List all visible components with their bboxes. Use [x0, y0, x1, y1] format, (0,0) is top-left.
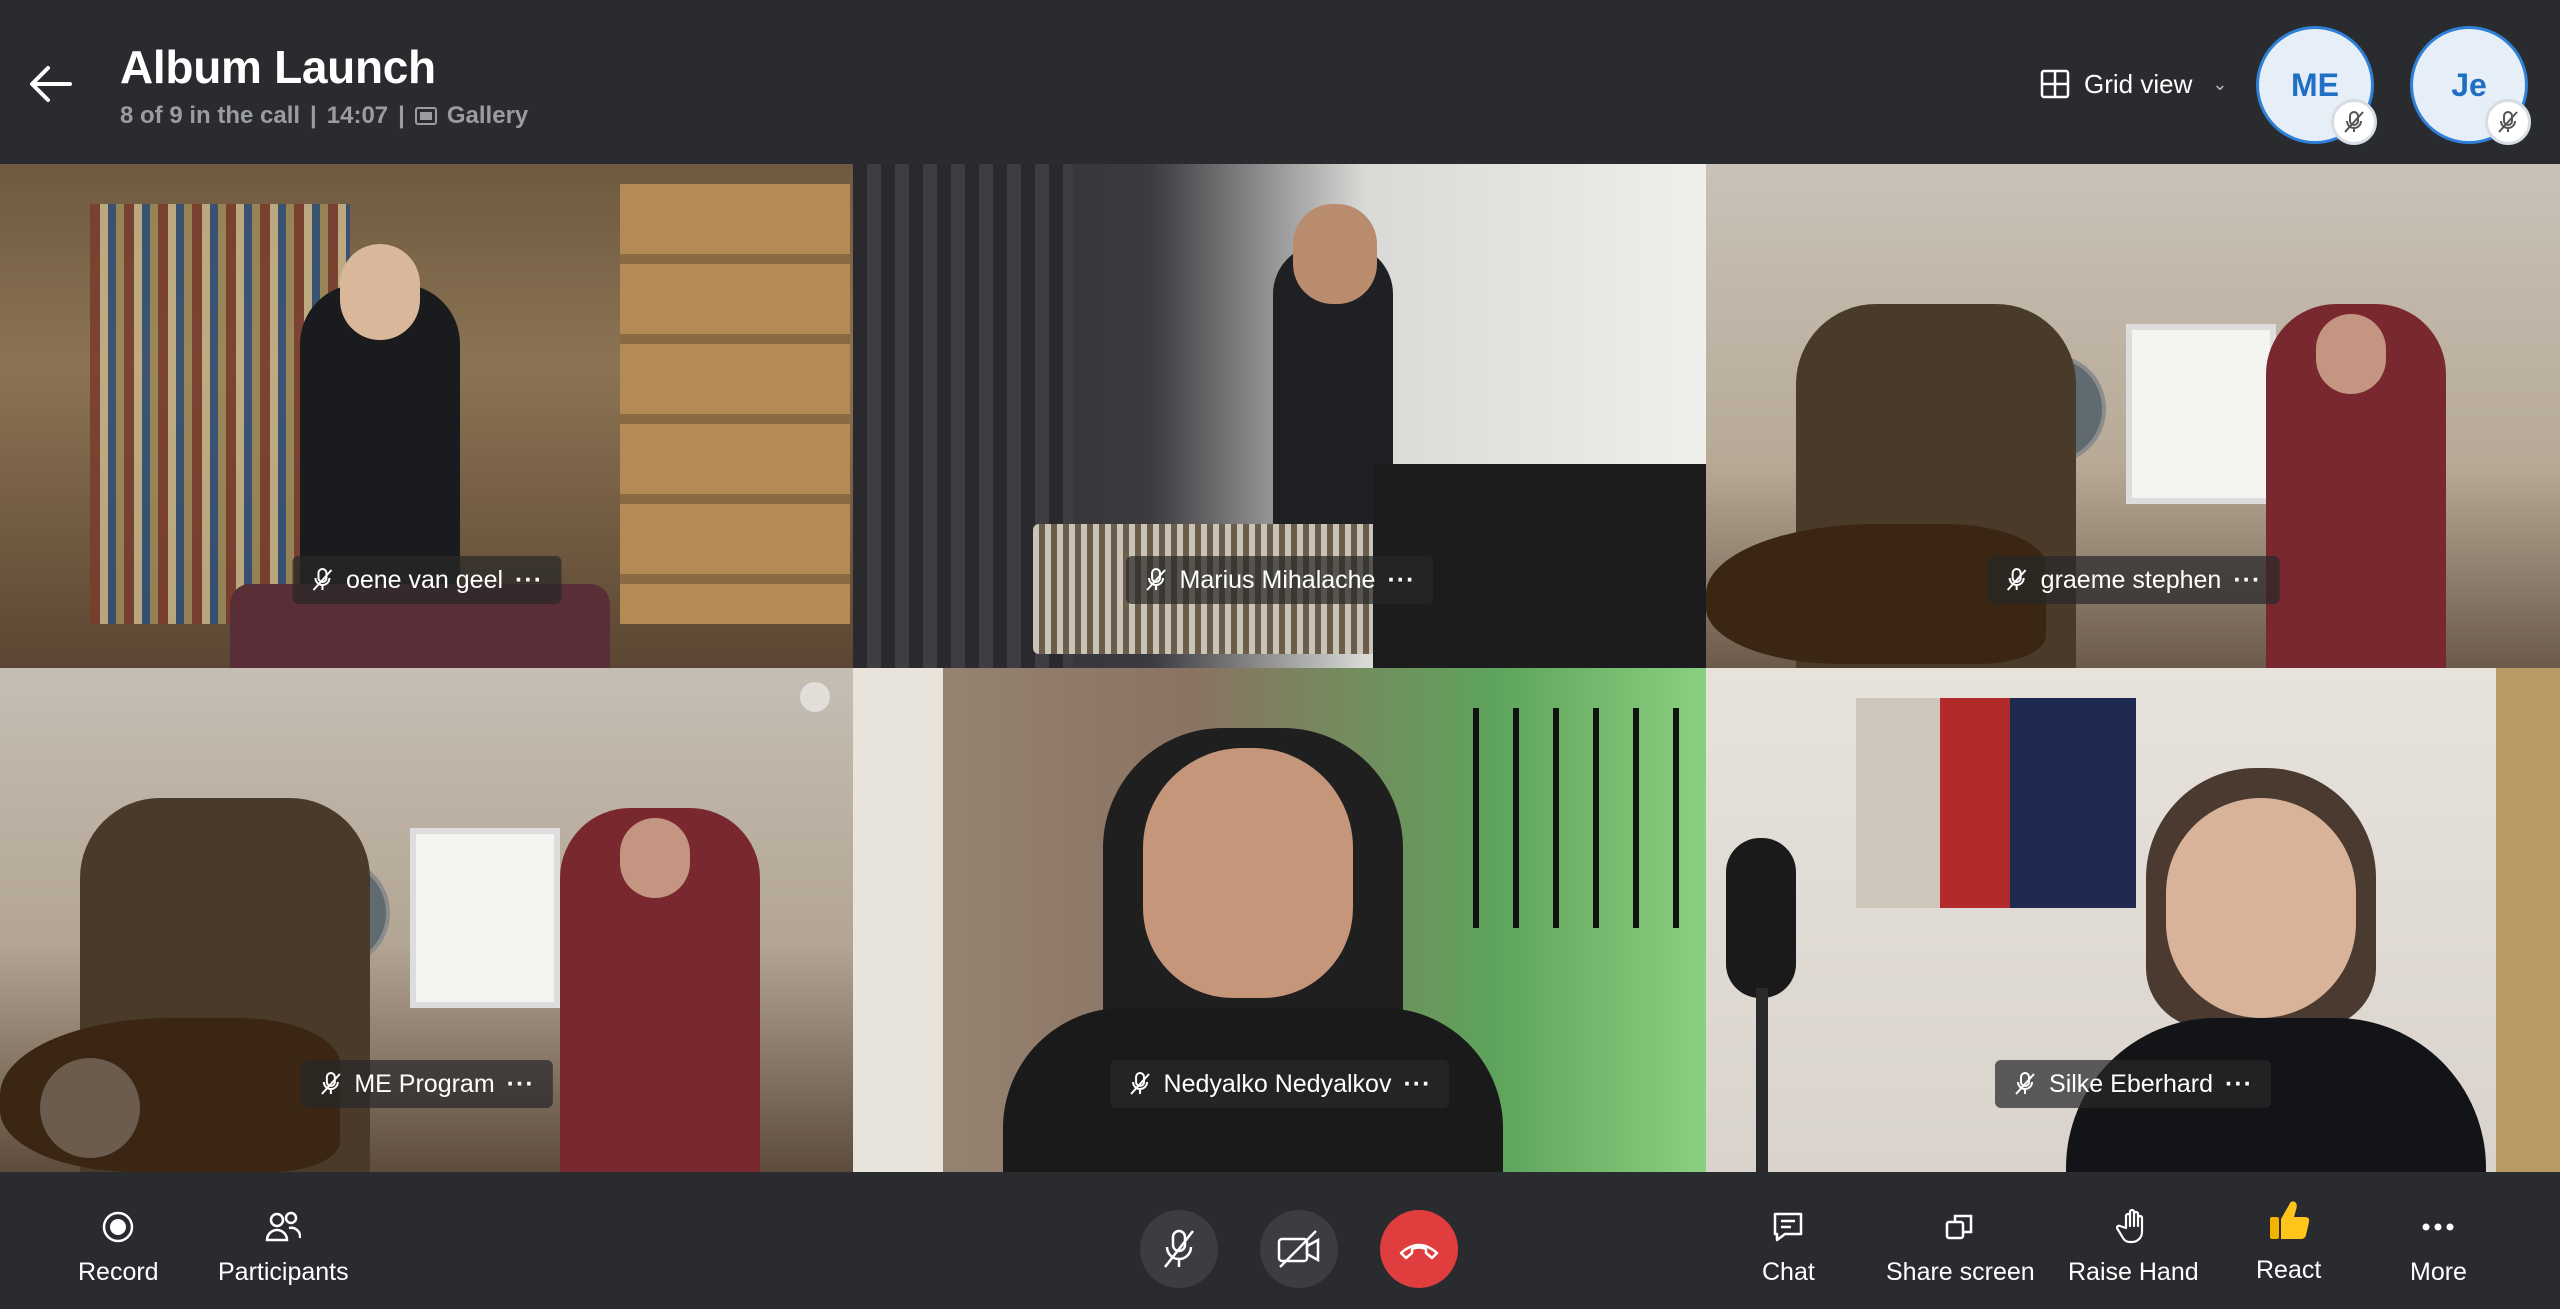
chat-icon [1774, 1212, 1803, 1242]
call-toolbar: Record Participants Chat Share screen Ra… [0, 1172, 2560, 1309]
mic-off-icon [2006, 568, 2027, 591]
participant-name: ME Program [354, 1069, 495, 1098]
more-button[interactable]: More [2410, 1208, 2467, 1287]
more-icon [2422, 1223, 2454, 1231]
mic-off-icon [312, 568, 332, 591]
raise-hand-button[interactable]: Raise Hand [2068, 1208, 2199, 1287]
participant-name-tag[interactable]: Silke Eberhard ··· [1995, 1060, 2271, 1108]
more-icon[interactable]: ··· [2233, 566, 2261, 595]
participant-name-tag[interactable]: ME Program ··· [300, 1060, 553, 1108]
participants-button[interactable]: Participants [218, 1208, 349, 1287]
more-icon[interactable]: ··· [515, 566, 543, 595]
participant-name-tag[interactable]: Marius Mihalache ··· [1125, 556, 1434, 604]
end-call-button[interactable] [1380, 1210, 1458, 1288]
mute-button[interactable] [1140, 1210, 1218, 1288]
more-icon[interactable]: ··· [507, 1070, 535, 1099]
back-button[interactable] [24, 56, 88, 112]
participant-name-tag[interactable]: oene van geel ··· [291, 556, 562, 604]
record-label: Record [78, 1258, 159, 1286]
share-screen-label: Share screen [1886, 1258, 2035, 1286]
more-icon[interactable]: ··· [1387, 566, 1415, 595]
call-title: Album Launch [120, 41, 436, 93]
react-label: React [2256, 1256, 2322, 1284]
video-tile[interactable]: ME Program ··· [0, 668, 853, 1172]
participant-name: oene van geel [345, 565, 504, 594]
more-icon[interactable]: ··· [1403, 1070, 1431, 1099]
share-screen-button[interactable]: Share screen [1886, 1208, 2035, 1287]
participant-name-tag[interactable]: graeme stephen ··· [1986, 556, 2280, 604]
raise-hand-label: Raise Hand [2068, 1258, 2199, 1286]
video-tile[interactable]: Marius Mihalache ··· [853, 164, 1706, 668]
share-screen-icon [1946, 1214, 1973, 1240]
participant-name: Nedyalko Nedyalkov [1163, 1069, 1392, 1098]
record-button[interactable]: Record [78, 1208, 159, 1287]
avatar-je[interactable]: Je [2410, 26, 2531, 145]
avatar-me[interactable]: ME [2256, 26, 2377, 145]
mic-off-icon [320, 1072, 341, 1095]
participant-name: Silke Eberhard [2049, 1069, 2213, 1098]
react-button[interactable]: React [2256, 1194, 2321, 1285]
chevron-down-icon: ⌄ [2212, 73, 2228, 94]
call-subtitle: 8 of 9 in the call | 14:07 | Gallery [120, 102, 529, 129]
video-tile[interactable]: oene van geel ··· [0, 164, 853, 668]
back-arrow-icon [30, 66, 72, 102]
mic-off-icon [1164, 1229, 1194, 1268]
thumbs-up-icon [2269, 1201, 2309, 1239]
raise-hand-icon [2116, 1208, 2144, 1244]
grid-icon [2040, 69, 2070, 99]
chat-label: Chat [1762, 1258, 1815, 1286]
more-label: More [2410, 1258, 2467, 1286]
grid-view-dropdown[interactable]: Grid view ⌄ [2040, 62, 2227, 106]
mic-off-icon [1129, 1072, 1150, 1095]
grid-view-label: Grid view [2084, 68, 2193, 99]
participant-count: 8 of 9 in the call [120, 102, 301, 129]
video-tile[interactable]: graeme stephen ··· [1706, 164, 2560, 668]
video-grid: oene van geel ··· Marius Mihalache ··· g… [0, 164, 2560, 1172]
video-tile[interactable]: Nedyalko Nedyalkov ··· [853, 668, 1706, 1172]
gallery-icon [414, 107, 437, 125]
participants-label: Participants [218, 1258, 349, 1286]
camera-off-icon [1277, 1230, 1320, 1268]
participants-icon [266, 1211, 302, 1242]
video-tile[interactable]: Silke Eberhard ··· [1706, 668, 2560, 1172]
participant-name: graeme stephen [2040, 565, 2222, 594]
camera-button[interactable] [1260, 1210, 1338, 1288]
mic-off-icon [2015, 1072, 2035, 1095]
participant-name: Marius Mihalache [1179, 565, 1376, 594]
mic-off-icon [2331, 99, 2377, 145]
chat-button[interactable]: Chat [1762, 1208, 1815, 1287]
mic-off-icon [2485, 99, 2531, 145]
call-duration: 14:07 [326, 102, 389, 129]
record-icon [103, 1211, 134, 1243]
call-header: Album Launch 8 of 9 in the call | 14:07 … [0, 0, 2560, 164]
more-icon[interactable]: ··· [2225, 1070, 2253, 1099]
end-call-icon [1399, 1243, 1439, 1260]
participant-name-tag[interactable]: Nedyalko Nedyalkov ··· [1109, 1060, 1450, 1108]
view-mode-label: Gallery [446, 102, 529, 129]
mic-off-icon [1145, 568, 1166, 591]
